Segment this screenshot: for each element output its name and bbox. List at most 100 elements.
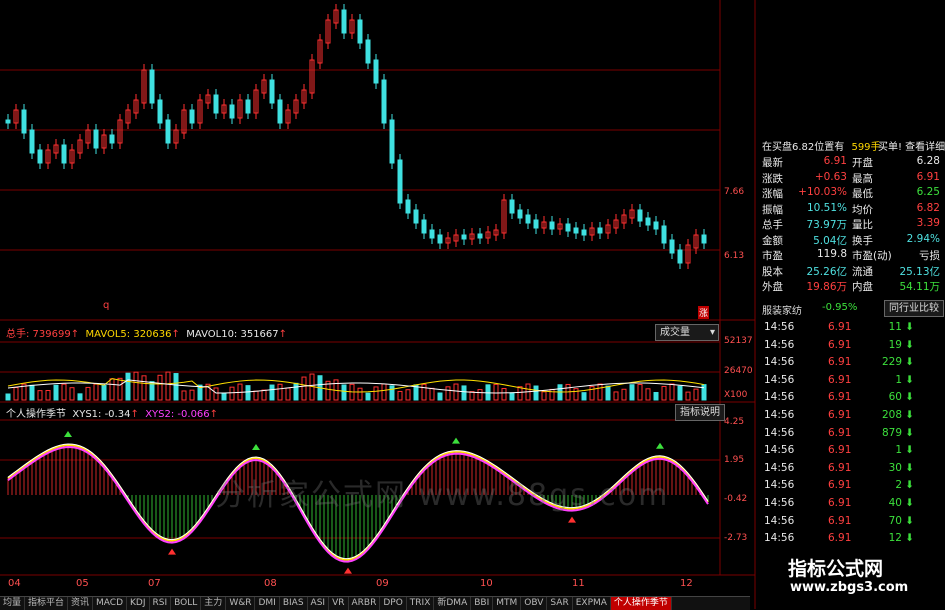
date-label-07: 07 xyxy=(148,578,161,589)
trade-time: 14:56 xyxy=(764,497,795,509)
volume-bar xyxy=(133,371,139,401)
tab-1[interactable]: 指标平台 xyxy=(25,597,69,610)
volume-bar xyxy=(157,374,163,401)
tab-4[interactable]: KDJ xyxy=(127,597,150,610)
volume-bar xyxy=(13,387,19,401)
tab-11[interactable]: ASI xyxy=(308,597,330,610)
order-header: 在买盘6.82位置有 599手 xyxy=(762,138,881,153)
tab-0[interactable]: 均量 xyxy=(0,597,26,610)
tab-3[interactable]: MACD xyxy=(93,597,128,610)
tab-13[interactable]: ARBR xyxy=(349,597,381,610)
candle-body xyxy=(165,119,171,144)
volume-bar xyxy=(117,377,123,401)
tab-9[interactable]: DMI xyxy=(255,597,280,610)
quote-row: 金额 5.04亿 换手 2.94% xyxy=(762,233,942,249)
quote-value: 6.28 xyxy=(916,155,940,167)
tab-8[interactable]: W&R xyxy=(226,597,256,610)
volume-bar xyxy=(365,392,371,401)
quote-value: 54.11万 xyxy=(899,281,940,293)
quote-row: 振幅 10.51% 均价 6.82 xyxy=(762,202,942,218)
candlestick-series xyxy=(5,4,707,269)
industry-compare-button[interactable]: 同行业比较 xyxy=(884,300,944,317)
volume-bar xyxy=(437,392,443,401)
trade-time: 14:56 xyxy=(764,391,795,404)
tab-19[interactable]: OBV xyxy=(521,597,548,610)
down-arrow-icon: ⬇ xyxy=(905,514,914,527)
volume-mavol5: MAVOL5: 320636 xyxy=(85,329,172,340)
volume-total: 总手: 739699 xyxy=(6,329,71,340)
date-label-10: 10 xyxy=(480,578,493,589)
volume-bar xyxy=(261,389,267,401)
tab-10[interactable]: BIAS xyxy=(280,597,308,610)
indicator-tick-3: -0.42 xyxy=(724,494,748,504)
tab-12[interactable]: VR xyxy=(329,597,349,610)
volume-bar xyxy=(253,390,259,401)
tab-22[interactable]: 个人操作季节 xyxy=(610,597,672,610)
candle-body xyxy=(5,119,11,124)
candle-body xyxy=(413,209,419,224)
trade-price: 6.91 xyxy=(828,373,852,386)
volume-bar xyxy=(637,384,643,401)
volume-bar xyxy=(101,384,107,401)
trade-row: 14:56 6.91 11 ⬇ xyxy=(762,321,942,339)
grid-lines xyxy=(0,0,756,609)
quote-label: 最高 xyxy=(852,172,873,185)
tab-7[interactable]: 主力 xyxy=(201,597,227,610)
candle-body xyxy=(373,59,379,84)
order-detail-link[interactable]: 买单! 查看详细 xyxy=(878,138,945,153)
candle-body xyxy=(365,39,371,64)
trade-time: 14:56 xyxy=(764,532,795,545)
tab-18[interactable]: MTM xyxy=(493,597,522,610)
candle-body xyxy=(245,99,251,114)
volume-bar xyxy=(245,385,251,401)
volume-bar xyxy=(301,376,307,401)
volume-bar xyxy=(509,392,515,401)
candle-body xyxy=(229,104,235,119)
trade-time: 14:56 xyxy=(764,373,795,386)
trade-time: 14:56 xyxy=(764,444,795,457)
volume-bar xyxy=(45,389,51,401)
tab-17[interactable]: BBI xyxy=(471,597,494,610)
trade-qty: 11 xyxy=(888,321,902,333)
sector-name[interactable]: 服装家纺 xyxy=(762,302,802,317)
quote-label: 量比 xyxy=(852,219,873,231)
volume-bar xyxy=(69,387,75,401)
quote-value: 2.94% xyxy=(906,232,940,245)
tab-21[interactable]: EXPMA xyxy=(573,597,611,610)
indicator-xys2: XYS2: -0.066 xyxy=(145,409,210,420)
tab-16[interactable]: 新DMA xyxy=(434,597,472,610)
trade-qty: 30 xyxy=(888,461,902,474)
tab-6[interactable]: BOLL xyxy=(171,597,202,610)
volume-bar xyxy=(85,386,91,401)
trade-row: 14:56 6.91 70 ⬇ xyxy=(762,515,942,533)
quote-label: 股本 xyxy=(762,265,783,278)
tab-2[interactable]: 资讯 xyxy=(68,597,94,610)
candle-body xyxy=(701,234,707,244)
tab-5[interactable]: RSI xyxy=(150,597,172,610)
sell-arrow-icon xyxy=(656,442,664,449)
volume-bar xyxy=(541,391,547,401)
quote-value: 25.26亿 xyxy=(806,265,847,278)
volume-bar xyxy=(285,387,291,401)
price-tick-1: 7.66 xyxy=(724,187,745,197)
buy-arrow-icon xyxy=(568,516,576,523)
indicator-tick-4: -2.73 xyxy=(724,533,748,543)
candle-body xyxy=(525,214,531,224)
quote-label: 最低 xyxy=(852,188,873,200)
date-label-08: 08 xyxy=(264,578,277,589)
volume-bar xyxy=(77,393,83,401)
tab-20[interactable]: SAR xyxy=(547,597,573,610)
quote-label: 外盘 xyxy=(762,281,783,293)
brand-box: 指标公式网 www.zbgs3.com xyxy=(760,550,945,600)
tab-15[interactable]: TRIX xyxy=(407,597,435,610)
down-arrow-icon: ⬇ xyxy=(905,479,914,492)
candle-body xyxy=(653,221,659,230)
tab-14[interactable]: DPO xyxy=(380,597,407,610)
trade-time: 14:56 xyxy=(764,321,795,333)
quote-row: 最新 6.91 开盘 6.28 xyxy=(762,155,942,171)
trade-qty: 40 xyxy=(888,497,902,509)
volume-indicator-dropdown[interactable]: 成交量 ▾ xyxy=(655,324,719,341)
candle-body xyxy=(549,221,555,230)
date-label-11: 11 xyxy=(572,578,585,589)
indicator-help-button[interactable]: 指标说明 xyxy=(675,404,725,421)
